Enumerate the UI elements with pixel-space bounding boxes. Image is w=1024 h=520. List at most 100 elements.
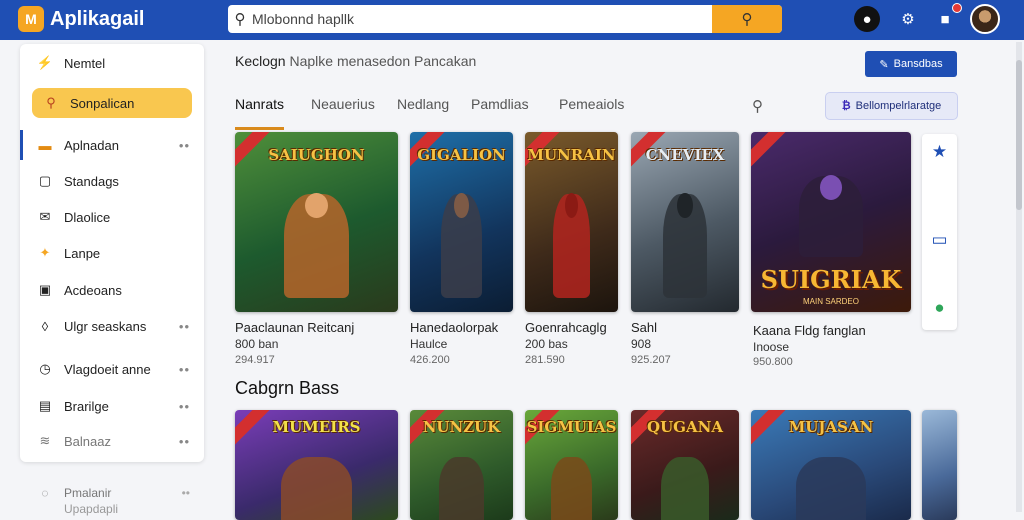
document-icon: ▢ (38, 173, 52, 188)
card-art-title: QUGANA (647, 418, 723, 436)
character-figure (551, 457, 592, 520)
card-art-title: MUMEIRS (272, 418, 361, 436)
sidebar-item-brarilge[interactable]: ▤ Brarilge •• (20, 391, 204, 421)
game-name[interactable]: Paaclaunan Reitcanj (235, 320, 354, 335)
search-input[interactable] (252, 11, 712, 27)
section-title: Cabgrn Bass (235, 378, 340, 398)
search-icon: ⚲ (741, 11, 753, 28)
game-card[interactable]: GIGALION (410, 132, 513, 312)
game-stat: 294.917 (235, 354, 275, 366)
character-figure (438, 457, 485, 520)
bolt-icon: ✦ (39, 245, 51, 260)
card-art-title: MUNRAIN (527, 146, 616, 164)
app-logo[interactable]: M Aplikagail (18, 6, 144, 32)
game-card[interactable] (922, 410, 957, 520)
game-name[interactable]: Kaana Fldg fanglan (753, 323, 866, 338)
tab-nanrats[interactable]: Nanrats (235, 96, 285, 130)
game-card[interactable]: MUJASAN (751, 410, 911, 520)
star-icon[interactable]: ★ (922, 142, 957, 162)
game-sub: Inoose (753, 340, 790, 354)
sidebar-item-label: Ulgr seaskans (64, 318, 147, 334)
sidebar-item-label: Nemtel (64, 55, 106, 71)
logo-mark-icon: M (18, 6, 44, 32)
tab-pemeaiols[interactable]: Pemeaiols (559, 96, 624, 130)
save-icon: ▤ (38, 398, 52, 413)
user-avatar[interactable] (970, 4, 1000, 34)
more-options-icon[interactable]: •• (179, 138, 190, 153)
sidebar-item-dlaolice[interactable]: ✉ Dlaolice (20, 202, 204, 232)
sidebar-item-aplnadan[interactable]: ▬ Aplnadan •• (20, 130, 204, 160)
more-options-icon[interactable]: •• (179, 319, 190, 334)
sidebar-item-label: Brarilge (64, 398, 109, 414)
game-card[interactable]: QUGANA (631, 410, 739, 520)
subtitle-bold: Keclogn (235, 53, 286, 69)
search-bar: ⚲ ⚲ (228, 5, 782, 33)
sidebar-item-label: Upapdapli (64, 502, 119, 516)
game-stat: 950.800 (753, 356, 793, 368)
filter-chip[interactable]: ₿ Bellompelrlaratge (825, 92, 958, 120)
clipboard-icon[interactable]: ▭ (922, 230, 957, 250)
card-art-subtitle: MAIN SARDEO (802, 297, 859, 306)
notifications-icon[interactable]: ■ (932, 3, 962, 32)
scrollbar-thumb[interactable] (1016, 60, 1022, 210)
game-card[interactable]: SAIUGHON (235, 132, 398, 312)
card-art-title: SIGMUIAS (526, 418, 617, 436)
app-title: Aplikagail (50, 7, 145, 30)
sidebar-item-label: Dlaolice (64, 209, 111, 225)
card-art-title: NUNZUK (422, 418, 501, 436)
sidebar-item-label: Pmalanir (64, 486, 112, 500)
sidebar-item-lanpe[interactable]: ✦ Lanpe (20, 238, 204, 268)
theme-toggle-icon[interactable]: ● (854, 6, 880, 32)
notification-badge (952, 3, 962, 13)
character-head (677, 193, 693, 219)
game-stat: 426.200 (410, 354, 450, 366)
game-sub: Haulce (410, 337, 448, 351)
tab-nedlang[interactable]: Nedlang (397, 96, 449, 130)
search-button[interactable]: ⚲ (712, 5, 782, 33)
sidebar-item-label: Acdeoans (64, 282, 122, 298)
more-options-icon[interactable]: •• (179, 434, 190, 449)
sidebar-item-standags[interactable]: ▢ Standags (20, 166, 204, 196)
filter-icon: ₿ (841, 100, 851, 112)
gamepad-icon: ◊ (41, 318, 49, 334)
game-name[interactable]: Sahl (631, 320, 657, 335)
search-icon: ⚲ (46, 95, 56, 110)
sidebar-item-label: Aplnadan (64, 137, 119, 153)
search-icon: ⚲ (234, 11, 246, 28)
sidebar-item-acdeoans[interactable]: ▣ Acdeoans (20, 275, 204, 305)
game-name[interactable]: Hanedaolorpak (410, 320, 498, 335)
more-options-icon[interactable]: •• (179, 399, 190, 414)
sidebar-item-ulgr-seaskans[interactable]: ◊ Ulgr seaskans •• (20, 311, 204, 341)
sidebar-item-nemtel[interactable]: ⚡ Nemtel (20, 48, 204, 78)
character-head (454, 193, 469, 219)
settings-icon[interactable]: ⚙ (895, 6, 921, 32)
sidebar-item-sonpalican[interactable]: ⚲ Sonpalican (32, 88, 192, 118)
game-sub: 200 bas (525, 337, 568, 351)
wand-icon: ⚡ (36, 55, 54, 70)
sidebar-item-label: Lanpe (64, 245, 101, 261)
sidebar-item-balnaaz[interactable]: ≋ Balnaaz •• (20, 426, 204, 456)
more-options-icon[interactable]: •• (182, 486, 190, 500)
sidebar-item-label: Balnaaz (64, 433, 111, 449)
game-card[interactable]: SIGMUIAS (525, 410, 618, 520)
game-name[interactable]: Goenrahcaglg (525, 320, 607, 335)
tab-neauerius[interactable]: Neauerius (311, 96, 375, 130)
primary-action-label: Bansdbas (893, 58, 943, 70)
sidebar-item-label: Vlagdoeit anne (64, 361, 151, 377)
game-card[interactable]: NUNZUK (410, 410, 513, 520)
sidebar: ⚡ Nemtel ⚲ Sonpalican ▬ Aplnadan •• ▢ St… (20, 44, 204, 462)
more-options-icon[interactable]: •• (179, 362, 190, 377)
layers-icon: ≋ (39, 433, 51, 448)
game-card[interactable]: SUIGRIAK MAIN SARDEO (751, 132, 911, 312)
game-card[interactable]: MUNRAIN (525, 132, 618, 312)
check-circle-icon[interactable]: ● (922, 298, 957, 318)
quick-actions-rail: ★ ▭ ● (922, 134, 957, 330)
sidebar-item-label: Sonpalican (70, 95, 135, 111)
game-card[interactable]: CNEVIEX (631, 132, 739, 312)
primary-action-button[interactable]: ✎ Bansdbas (865, 51, 957, 77)
sidebar-item-vlagdoeit-anne[interactable]: ◷ Vlagdoeit anne •• (20, 354, 204, 384)
tab-pamdlias[interactable]: Pamdlias (471, 96, 529, 130)
game-stat: 925.207 (631, 354, 671, 366)
search-icon[interactable]: ⚲ (752, 97, 763, 115)
game-card[interactable]: MUMEIRS (235, 410, 398, 520)
